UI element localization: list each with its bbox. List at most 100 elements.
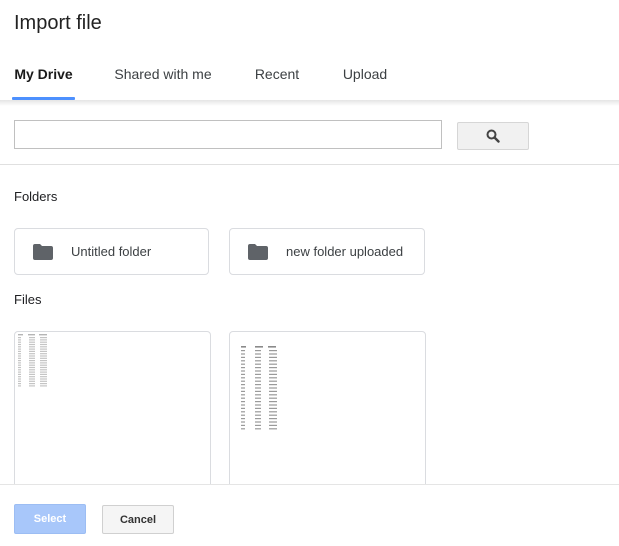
- thumbnail-line: [255, 397, 261, 399]
- thumbnail-line: [40, 371, 47, 373]
- spreadsheet-thumbnail: [241, 346, 277, 430]
- thumbnail-line: [241, 384, 245, 386]
- thumbnail-line: [255, 428, 261, 430]
- thumbnail-line: [29, 346, 35, 348]
- thumbnail-line: [241, 356, 245, 358]
- thumbnail-line: [269, 397, 277, 399]
- thumbnail-line: [18, 337, 21, 339]
- thumbnail-line: [269, 401, 277, 403]
- thumbnail-line: [40, 348, 47, 350]
- thumbnail-line: [18, 369, 21, 371]
- thumbnail-line: [40, 360, 47, 362]
- thumbnail-line: [29, 383, 35, 385]
- thumbnail-line: [241, 397, 245, 399]
- thumbnail-line: [255, 404, 261, 406]
- tab-bar: My Drive Shared with me Recent Upload: [0, 50, 619, 100]
- thumbnail-line: [18, 341, 21, 343]
- thumbnail-line: [29, 341, 35, 343]
- folder-card[interactable]: Untitled folder: [14, 228, 209, 275]
- tab-upload[interactable]: Upload: [336, 50, 394, 100]
- cancel-button[interactable]: Cancel: [102, 505, 174, 534]
- thumbnail-line: [18, 362, 21, 364]
- thumbnail-line: [269, 404, 277, 406]
- thumbnail-line: [18, 357, 21, 359]
- thumbnail-line: [29, 378, 35, 380]
- thumbnail-line: [269, 373, 277, 375]
- thumbnail-line: [18, 385, 21, 387]
- thumbnail-line: [269, 390, 277, 392]
- folder-icon: [248, 243, 268, 260]
- thumbnail-line: [269, 411, 277, 413]
- thumbnail-line: [40, 353, 47, 355]
- thumbnail-line: [241, 380, 245, 382]
- thumbnail-line: [255, 421, 261, 423]
- search-button[interactable]: [457, 122, 529, 150]
- thumbnail-line: [40, 383, 47, 385]
- thumbnail-line: [40, 350, 47, 352]
- thumbnail-line: [241, 401, 245, 403]
- folders-heading: Folders: [14, 189, 58, 204]
- thumbnail-line: [40, 339, 47, 341]
- thumbnail-line: [241, 414, 245, 416]
- thumbnail-line: [255, 411, 261, 413]
- thumbnail-line: [241, 367, 245, 369]
- thumbnail-line: [40, 364, 47, 366]
- thumbnail-line: [40, 355, 47, 357]
- header-shadow: [0, 100, 619, 106]
- divider: [0, 164, 619, 165]
- thumbnail-line: [40, 376, 47, 378]
- thumbnail-line: [241, 428, 245, 430]
- thumbnail-line: [29, 380, 35, 382]
- tab-my-drive[interactable]: My Drive: [12, 50, 75, 100]
- thumbnail-line: [255, 384, 261, 386]
- thumbnail-line: [241, 421, 245, 423]
- thumbnail-line: [40, 337, 47, 339]
- file-card[interactable]: [229, 331, 426, 501]
- thumbnail-line: [18, 383, 21, 385]
- thumbnail-line: [241, 373, 245, 375]
- thumbnail-line: [269, 418, 277, 420]
- thumbnail-line: [18, 360, 21, 362]
- thumbnail-line: [18, 366, 21, 369]
- thumbnail-line: [241, 390, 245, 392]
- thumbnail-line: [269, 421, 277, 423]
- spreadsheet-thumbnail: [18, 334, 47, 387]
- search-input[interactable]: [14, 120, 442, 149]
- thumbnail-line: [18, 364, 21, 366]
- thumbnail-line: [255, 360, 261, 362]
- thumbnail-line: [241, 370, 245, 372]
- thumbnail-line: [255, 373, 261, 375]
- thumbnail-line: [269, 380, 277, 382]
- thumbnail-line: [29, 376, 35, 378]
- tab-recent[interactable]: Recent: [248, 50, 306, 100]
- thumbnail-line: [18, 376, 21, 378]
- thumbnail-line: [18, 350, 21, 352]
- file-card[interactable]: [14, 331, 211, 501]
- thumbnail-line: [18, 348, 21, 350]
- thumbnail-line: [255, 401, 261, 403]
- thumbnail-line: [29, 353, 35, 355]
- folder-card[interactable]: new folder uploaded: [229, 228, 425, 275]
- thumbnail-line: [18, 373, 21, 375]
- thumbnail-line: [269, 363, 277, 365]
- thumbnail-line: [269, 377, 277, 379]
- thumbnail-line: [255, 356, 261, 358]
- thumbnail-line: [255, 390, 261, 392]
- thumbnail-line: [241, 424, 245, 426]
- select-button[interactable]: Select: [14, 504, 86, 534]
- thumbnail-line: [255, 353, 261, 355]
- thumbnail-line: [269, 394, 277, 396]
- tab-shared-with-me[interactable]: Shared with me: [108, 50, 218, 100]
- thumbnail-line: [29, 337, 35, 339]
- dialog-title: Import file: [14, 12, 102, 34]
- thumbnail-line: [241, 377, 245, 379]
- thumbnail-line: [40, 373, 47, 375]
- thumbnail-line: [269, 387, 277, 389]
- thumbnail-line: [18, 353, 21, 355]
- thumbnail-line: [40, 341, 47, 343]
- thumbnail-line: [241, 407, 245, 409]
- thumbnail-line: [40, 346, 47, 348]
- thumbnail-line: [255, 363, 261, 365]
- thumbnail-line: [255, 424, 261, 426]
- dialog-footer: [0, 484, 619, 546]
